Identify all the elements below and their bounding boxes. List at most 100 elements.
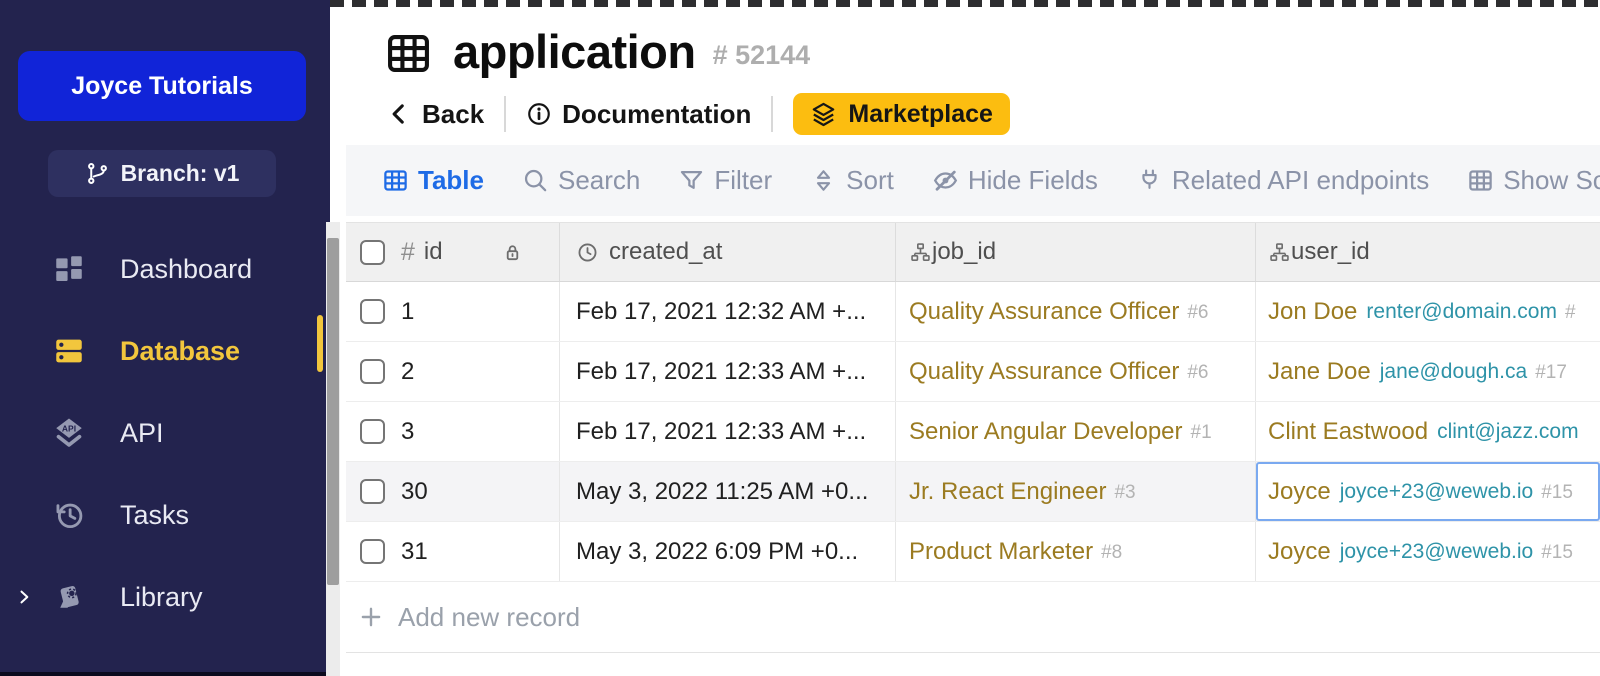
- row-checkbox[interactable]: [360, 419, 385, 444]
- created-at-cell[interactable]: Feb 17, 2021 12:33 AM +...: [560, 402, 896, 461]
- created-at-value: Feb 17, 2021 12:32 AM +...: [576, 298, 866, 326]
- row-checkbox[interactable]: [360, 479, 385, 504]
- chevron-left-icon: [386, 101, 412, 127]
- user-ref: #15: [1541, 479, 1573, 504]
- toolbar-label: Hide Fields: [968, 165, 1098, 196]
- id-value: 1: [401, 298, 414, 326]
- created-at-cell[interactable]: May 3, 2022 11:25 AM +0...: [560, 462, 896, 521]
- clock-icon: [576, 241, 599, 264]
- column-label-id: id: [424, 238, 443, 266]
- vertical-scrollbar[interactable]: [326, 222, 340, 676]
- job-ref: #1: [1191, 419, 1212, 444]
- history-clock-icon: [52, 498, 86, 532]
- back-button[interactable]: Back: [386, 99, 484, 130]
- user-id-cell[interactable]: Joyce joyce+23@weweb.io #15: [1256, 462, 1600, 521]
- job-id-cell[interactable]: Jr. React Engineer #3: [896, 462, 1256, 521]
- table-grid-icon: [385, 30, 432, 74]
- toolbar-search[interactable]: Search: [522, 165, 640, 196]
- branch-button[interactable]: Branch: v1: [48, 150, 276, 197]
- created-at-cell[interactable]: May 3, 2022 6:09 PM +0...: [560, 522, 896, 581]
- user-ref: #15: [1541, 539, 1573, 564]
- job-title: Jr. React Engineer: [909, 478, 1106, 506]
- toolbar-hide-fields[interactable]: Hide Fields: [932, 165, 1098, 196]
- scrollbar-thumb[interactable]: [327, 238, 339, 585]
- row-checkbox[interactable]: [360, 299, 385, 324]
- job-ref: #3: [1114, 479, 1135, 504]
- job-title: Quality Assurance Officer: [909, 358, 1179, 386]
- toolbar-related-api-endpoints[interactable]: Related API endpoints: [1136, 165, 1429, 196]
- job-ref: #8: [1101, 539, 1122, 564]
- user-email: clint@jazz.com: [1437, 420, 1579, 444]
- user-email: jane@dough.ca: [1380, 360, 1527, 384]
- info-circle-icon: [526, 101, 552, 127]
- id-cell[interactable]: 31: [346, 522, 560, 581]
- active-nav-indicator: [317, 315, 323, 372]
- sidebar-item-label: Database: [120, 336, 240, 367]
- sidebar-item-library[interactable]: Library: [0, 556, 330, 638]
- sidebar: Joyce Tutorials Branch: v1 Dashboard: [0, 0, 330, 676]
- layers-icon: [810, 101, 837, 128]
- sidebar-item-api[interactable]: API API: [0, 392, 330, 474]
- toolbar-sort[interactable]: Sort: [810, 165, 894, 196]
- workspace-button[interactable]: Joyce Tutorials: [18, 51, 306, 121]
- table-row[interactable]: 1 Feb 17, 2021 12:32 AM +... Quality Ass…: [346, 282, 1600, 342]
- row-checkbox[interactable]: [360, 359, 385, 384]
- chevron-right-icon[interactable]: [14, 587, 34, 607]
- job-id-cell[interactable]: Quality Assurance Officer #6: [896, 282, 1256, 341]
- job-id-cell[interactable]: Product Marketer #8: [896, 522, 1256, 581]
- id-cell[interactable]: 2: [346, 342, 560, 401]
- table-body: 1 Feb 17, 2021 12:32 AM +... Quality Ass…: [346, 282, 1600, 582]
- job-id-cell[interactable]: Quality Assurance Officer #6: [896, 342, 1256, 401]
- created-at-cell[interactable]: Feb 17, 2021 12:33 AM +...: [560, 342, 896, 401]
- job-title: Senior Angular Developer: [909, 418, 1183, 446]
- sidebar-item-dashboard[interactable]: Dashboard: [0, 228, 330, 310]
- page-title: application: [453, 24, 696, 79]
- lock-icon: [501, 241, 524, 264]
- grid-icon: [1467, 167, 1494, 194]
- column-header-user-id[interactable]: user_id: [1256, 223, 1600, 281]
- column-header-created-at[interactable]: created_at: [560, 223, 896, 281]
- user-name: Joyce: [1268, 478, 1331, 506]
- column-header-job-id[interactable]: job_id: [896, 223, 1256, 281]
- table-row[interactable]: 3 Feb 17, 2021 12:33 AM +... Senior Angu…: [346, 402, 1600, 462]
- data-table: # id c: [346, 222, 1600, 653]
- created-at-cell[interactable]: Feb 17, 2021 12:32 AM +...: [560, 282, 896, 341]
- id-value: 31: [401, 538, 428, 566]
- table-id-badge: # 52144: [713, 32, 811, 71]
- id-cell[interactable]: 30: [346, 462, 560, 521]
- sidebar-item-tasks[interactable]: Tasks: [0, 474, 330, 556]
- id-cell[interactable]: 3: [346, 402, 560, 461]
- library-cards-icon: [52, 580, 86, 614]
- toolbar-filter[interactable]: Filter: [678, 165, 772, 196]
- table-row[interactable]: 31 May 3, 2022 6:09 PM +0... Product Mar…: [346, 522, 1600, 582]
- select-all-checkbox[interactable]: [360, 240, 385, 265]
- documentation-button[interactable]: Documentation: [526, 99, 751, 130]
- marketplace-button[interactable]: Marketplace: [793, 93, 1010, 135]
- divider: [771, 96, 773, 132]
- add-new-record-button[interactable]: Add new record: [346, 582, 1600, 653]
- column-label-job-id: job_id: [932, 238, 996, 266]
- table-toolbar: Table Search Filter: [346, 145, 1600, 216]
- svg-text:API: API: [62, 423, 76, 433]
- created-at-value: Feb 17, 2021 12:33 AM +...: [576, 418, 866, 446]
- user-id-cell[interactable]: Jon Doe renter@domain.com #: [1256, 282, 1600, 341]
- user-id-cell[interactable]: Joyce joyce+23@weweb.io #15: [1256, 522, 1600, 581]
- column-header-id[interactable]: # id: [346, 223, 560, 281]
- relation-sitemap-icon: [909, 241, 932, 264]
- row-checkbox[interactable]: [360, 539, 385, 564]
- user-id-cell[interactable]: Clint Eastwood clint@jazz.com: [1256, 402, 1600, 461]
- user-id-cell[interactable]: Jane Doe jane@dough.ca #17: [1256, 342, 1600, 401]
- job-title: Quality Assurance Officer: [909, 298, 1179, 326]
- table-row[interactable]: 30 May 3, 2022 11:25 AM +0... Jr. React …: [346, 462, 1600, 522]
- created-at-value: Feb 17, 2021 12:33 AM +...: [576, 358, 866, 386]
- user-name: Jon Doe: [1268, 298, 1357, 326]
- job-ref: #6: [1187, 299, 1208, 324]
- table-row[interactable]: 2 Feb 17, 2021 12:33 AM +... Quality Ass…: [346, 342, 1600, 402]
- sidebar-item-database[interactable]: Database: [0, 310, 330, 392]
- user-ref: #: [1565, 299, 1576, 324]
- job-id-cell[interactable]: Senior Angular Developer #1: [896, 402, 1256, 461]
- magnifier-icon: [522, 167, 549, 194]
- toolbar-show-schema[interactable]: Show Schema: [1467, 165, 1600, 196]
- toolbar-table[interactable]: Table: [382, 165, 484, 196]
- id-cell[interactable]: 1: [346, 282, 560, 341]
